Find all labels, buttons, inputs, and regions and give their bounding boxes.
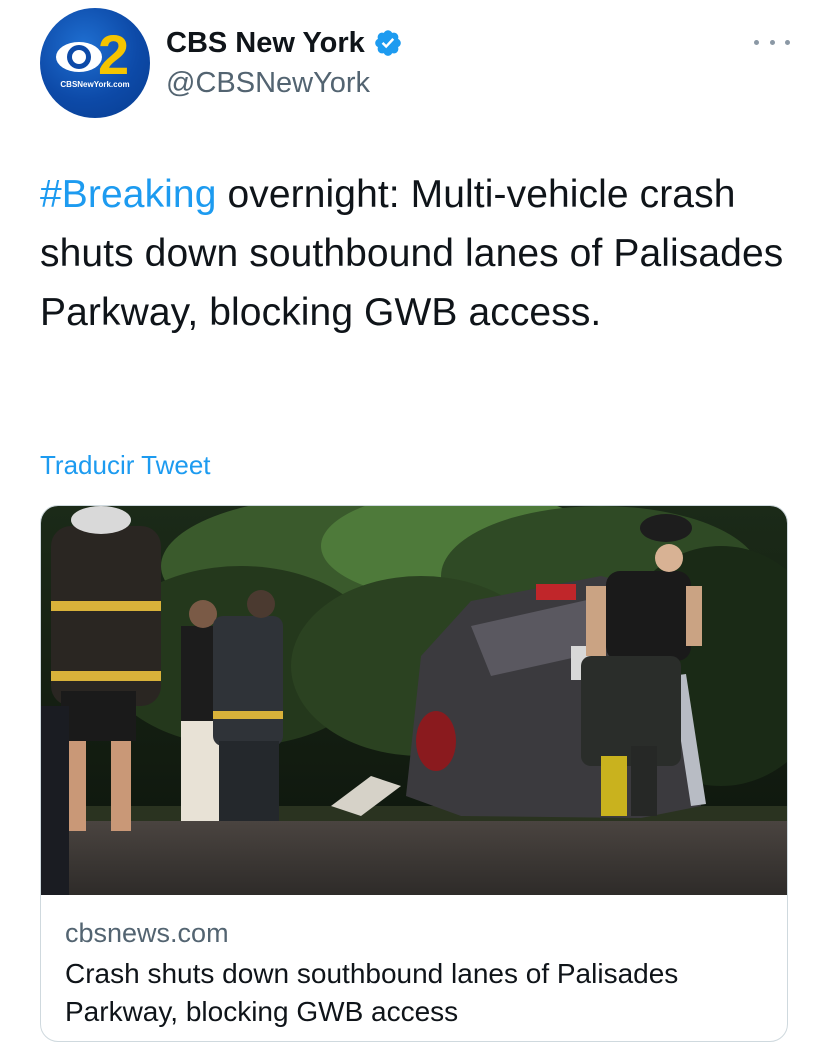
tweet-text: #Breaking overnight: Multi-vehicle crash… — [40, 165, 800, 342]
translate-tweet-link[interactable]: Traducir Tweet — [40, 448, 211, 482]
hashtag-link[interactable]: #Breaking — [40, 173, 217, 216]
tweet: 2 CBSNewYork.com CBS New York @CBSNewYor… — [0, 0, 828, 1048]
card-title[interactable]: Crash shuts down southbound lanes of Pal… — [65, 955, 765, 1031]
author-handle[interactable]: @CBSNewYork — [166, 66, 370, 100]
author-avatar[interactable]: 2 CBSNewYork.com — [40, 8, 150, 118]
avatar-site-text: CBSNewYork.com — [60, 80, 130, 89]
crash-scene-photo[interactable] — [41, 506, 788, 895]
link-card[interactable]: cbsnews.com Crash shuts down southbound … — [40, 505, 788, 1042]
more-options-button[interactable] — [754, 30, 790, 54]
author-name-row: CBS New York — [166, 26, 403, 60]
more-options-icon-dot — [769, 39, 775, 45]
channel-number: 2 — [98, 23, 129, 86]
card-domain: cbsnews.com — [65, 918, 229, 948]
verified-badge-icon — [374, 30, 401, 56]
more-options-icon-dot — [785, 39, 790, 45]
author-display-name[interactable]: CBS New York — [166, 26, 365, 60]
cbs-eye-logo-icon — [56, 42, 102, 72]
more-options-icon — [754, 39, 759, 45]
